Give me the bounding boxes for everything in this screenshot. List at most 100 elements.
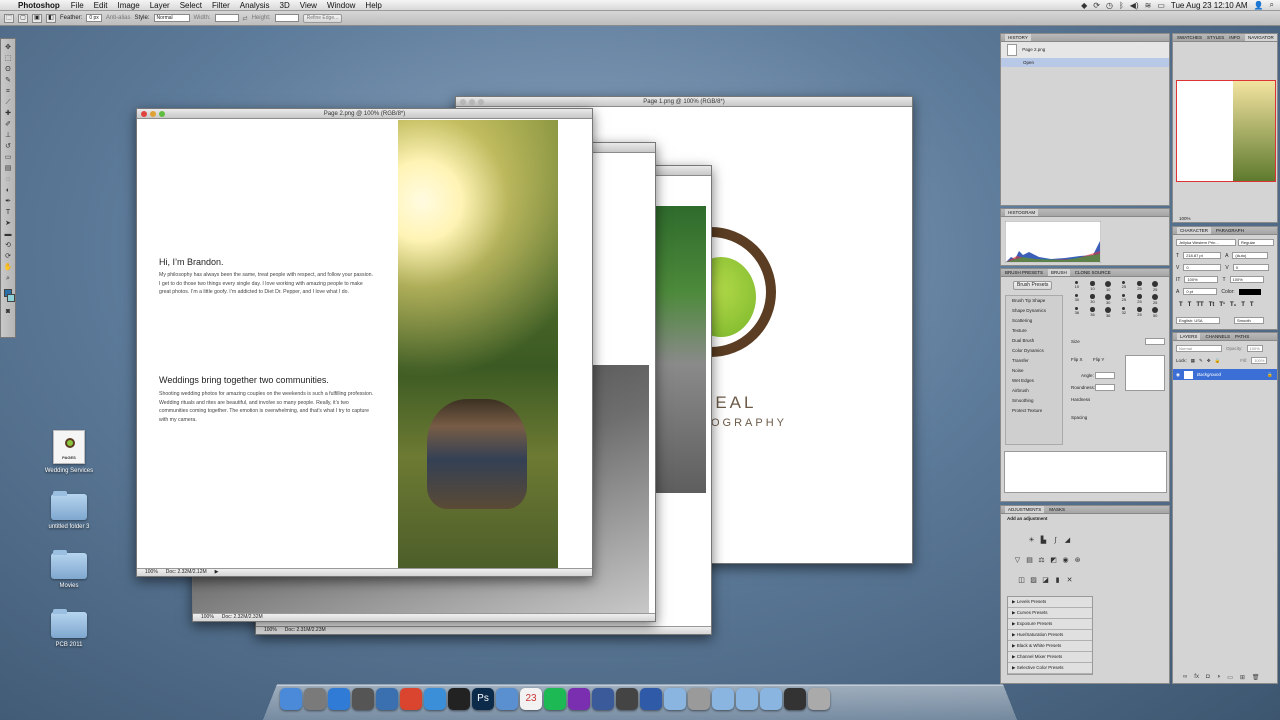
- app-store-icon[interactable]: [328, 688, 350, 710]
- bluetooth-icon[interactable]: ᛒ: [1119, 1, 1124, 10]
- help-icon[interactable]: [688, 688, 710, 710]
- swap-icon[interactable]: ⇄: [243, 15, 248, 22]
- brush-option[interactable]: Noise: [1006, 366, 1062, 376]
- strikethrough-icon[interactable]: T: [1250, 302, 1254, 308]
- subscript-icon[interactable]: T₁: [1230, 302, 1236, 308]
- subtract-selection-icon[interactable]: ◧: [46, 13, 56, 23]
- faux-bold-icon[interactable]: T: [1179, 302, 1183, 308]
- tracking-input[interactable]: 0: [1232, 264, 1269, 271]
- eyedropper-tool-icon[interactable]: ⟋: [2, 98, 14, 108]
- brush-option[interactable]: Airbrush: [1006, 386, 1062, 396]
- brush-tip[interactable]: 25: [1116, 281, 1132, 292]
- camera-icon[interactable]: [448, 688, 470, 710]
- menu-help[interactable]: Help: [360, 0, 386, 11]
- script-icon[interactable]: [496, 688, 518, 710]
- font-family-select[interactable]: Jellyka Western Prin...: [1176, 239, 1236, 246]
- color-balance-icon[interactable]: ⚖: [1037, 556, 1046, 565]
- tab-channels[interactable]: CHANNELS: [1205, 333, 1230, 340]
- desktop-icon-untitled-folder-3[interactable]: untitled folder 3: [34, 491, 104, 530]
- preset-hue-saturation[interactable]: ▶ Hue/Saturation Presets: [1008, 630, 1092, 641]
- brush-option[interactable]: Wet Edges: [1006, 376, 1062, 386]
- menu-file[interactable]: File: [66, 0, 89, 11]
- selective-color-icon[interactable]: ✕: [1065, 576, 1074, 585]
- dropbox-icon[interactable]: ◆: [1081, 1, 1087, 10]
- 3d-rotate-tool-icon[interactable]: ⟲: [2, 241, 14, 251]
- xcode-icon[interactable]: [592, 688, 614, 710]
- folder-icon[interactable]: [664, 688, 686, 710]
- vibrance-icon[interactable]: ▽: [1013, 556, 1022, 565]
- 3d-orbit-tool-icon[interactable]: ⟳: [2, 252, 14, 262]
- finder-icon[interactable]: [280, 688, 302, 710]
- small-caps-icon[interactable]: Tt: [1209, 302, 1215, 308]
- clock[interactable]: Tue Aug 23 12:10 AM: [1171, 1, 1248, 10]
- brush-tip[interactable]: 25: [1147, 281, 1163, 292]
- brush-tip[interactable]: 25: [1132, 307, 1148, 318]
- menu-filter[interactable]: Filter: [207, 0, 235, 11]
- menu-analysis[interactable]: Analysis: [235, 0, 275, 11]
- minimize-icon[interactable]: [150, 111, 156, 117]
- posterize-icon[interactable]: ▨: [1029, 576, 1038, 585]
- layer-style-icon[interactable]: fx: [1194, 674, 1199, 681]
- photo-filter-icon[interactable]: ◉: [1061, 556, 1070, 565]
- brush-option[interactable]: Texture: [1006, 326, 1062, 336]
- preset-black-white[interactable]: ▶ Black & White Presets: [1008, 641, 1092, 652]
- navigator-preview[interactable]: [1176, 80, 1276, 182]
- brush-option[interactable]: Transfer: [1006, 356, 1062, 366]
- add-mask-icon[interactable]: ◘: [1206, 674, 1210, 681]
- dodge-tool-icon[interactable]: ◐: [2, 186, 14, 196]
- tab-masks[interactable]: MASKS: [1049, 506, 1065, 513]
- brush-tip[interactable]: 25: [1147, 294, 1163, 305]
- brush-tip[interactable]: 30: [1100, 294, 1116, 305]
- launchpad-icon[interactable]: [304, 688, 326, 710]
- document-window-page2[interactable]: Page 2.png @ 100% (RGB/8*) Hi, I’m Brand…: [136, 108, 593, 577]
- history-snapshot[interactable]: Page 2.png: [1001, 42, 1169, 58]
- brush-angle-preview[interactable]: [1125, 355, 1165, 391]
- folder-icon[interactable]: [760, 688, 782, 710]
- tab-paths[interactable]: PATHS: [1235, 333, 1249, 340]
- history-item-open[interactable]: Open: [1001, 58, 1169, 67]
- doc-size[interactable]: Doc: 2.32M/2.32M: [222, 614, 263, 621]
- layer-row-background[interactable]: ◉ Background 🔒: [1173, 369, 1277, 380]
- zoom-icon[interactable]: [478, 99, 484, 105]
- menu-layer[interactable]: Layer: [145, 0, 175, 11]
- leading-input[interactable]: (Auto): [1232, 252, 1269, 259]
- tab-brush-presets[interactable]: BRUSH PRESETS: [1005, 269, 1043, 276]
- quick-mask-icon[interactable]: ◙: [2, 307, 14, 317]
- zoom-level[interactable]: 100%: [145, 569, 158, 576]
- close-icon[interactable]: [460, 99, 466, 105]
- move-tool-icon[interactable]: ✥: [2, 43, 14, 53]
- type-tool-icon[interactable]: T: [2, 208, 14, 218]
- width-input[interactable]: [214, 14, 239, 22]
- lock-all-icon[interactable]: 🔒: [1215, 358, 1221, 364]
- tab-brush[interactable]: BRUSH: [1048, 269, 1070, 276]
- zoom-level[interactable]: 100%: [264, 627, 277, 634]
- menu-3d[interactable]: 3D: [275, 0, 295, 11]
- black-white-icon[interactable]: ◩: [1049, 556, 1058, 565]
- background-color-swatch[interactable]: [6, 294, 15, 302]
- brush-tip[interactable]: 30: [1069, 294, 1085, 305]
- roundness-input[interactable]: [1095, 384, 1115, 391]
- preset-curves[interactable]: ▶ Curves Presets: [1008, 608, 1092, 619]
- threshold-icon[interactable]: ◪: [1041, 576, 1050, 585]
- eraser-tool-icon[interactable]: ▭: [2, 153, 14, 163]
- refine-edge-button[interactable]: Refine Edge...: [302, 13, 343, 23]
- preset-selective-color[interactable]: ▶ Selective Color Presets: [1008, 663, 1092, 674]
- brush-tip[interactable]: 32: [1116, 307, 1132, 318]
- lock-position-icon[interactable]: ✥: [1207, 358, 1211, 364]
- brush-option[interactable]: Scattering: [1006, 316, 1062, 326]
- navigator-zoom[interactable]: 100%: [1173, 214, 1191, 223]
- zoom-icon[interactable]: [159, 111, 165, 117]
- photoshop-icon[interactable]: Ps: [472, 688, 494, 710]
- menu-edit[interactable]: Edit: [89, 0, 113, 11]
- desktop-icon-pcb-2011[interactable]: PCB 2011: [34, 609, 104, 648]
- imovie-icon[interactable]: [616, 688, 638, 710]
- tab-paragraph[interactable]: PARAGRAPH: [1216, 227, 1244, 234]
- language-select[interactable]: English: USA: [1176, 317, 1220, 324]
- eye-icon[interactable]: ◉: [1176, 369, 1180, 380]
- font-size-input[interactable]: 218.87 pt: [1183, 252, 1222, 259]
- height-input[interactable]: [274, 14, 299, 22]
- menu-window[interactable]: Window: [322, 0, 360, 11]
- brush-option[interactable]: Dual Brush: [1006, 336, 1062, 346]
- fill-input[interactable]: 100%: [1251, 357, 1268, 364]
- sync-icon[interactable]: ⟳: [1093, 1, 1100, 10]
